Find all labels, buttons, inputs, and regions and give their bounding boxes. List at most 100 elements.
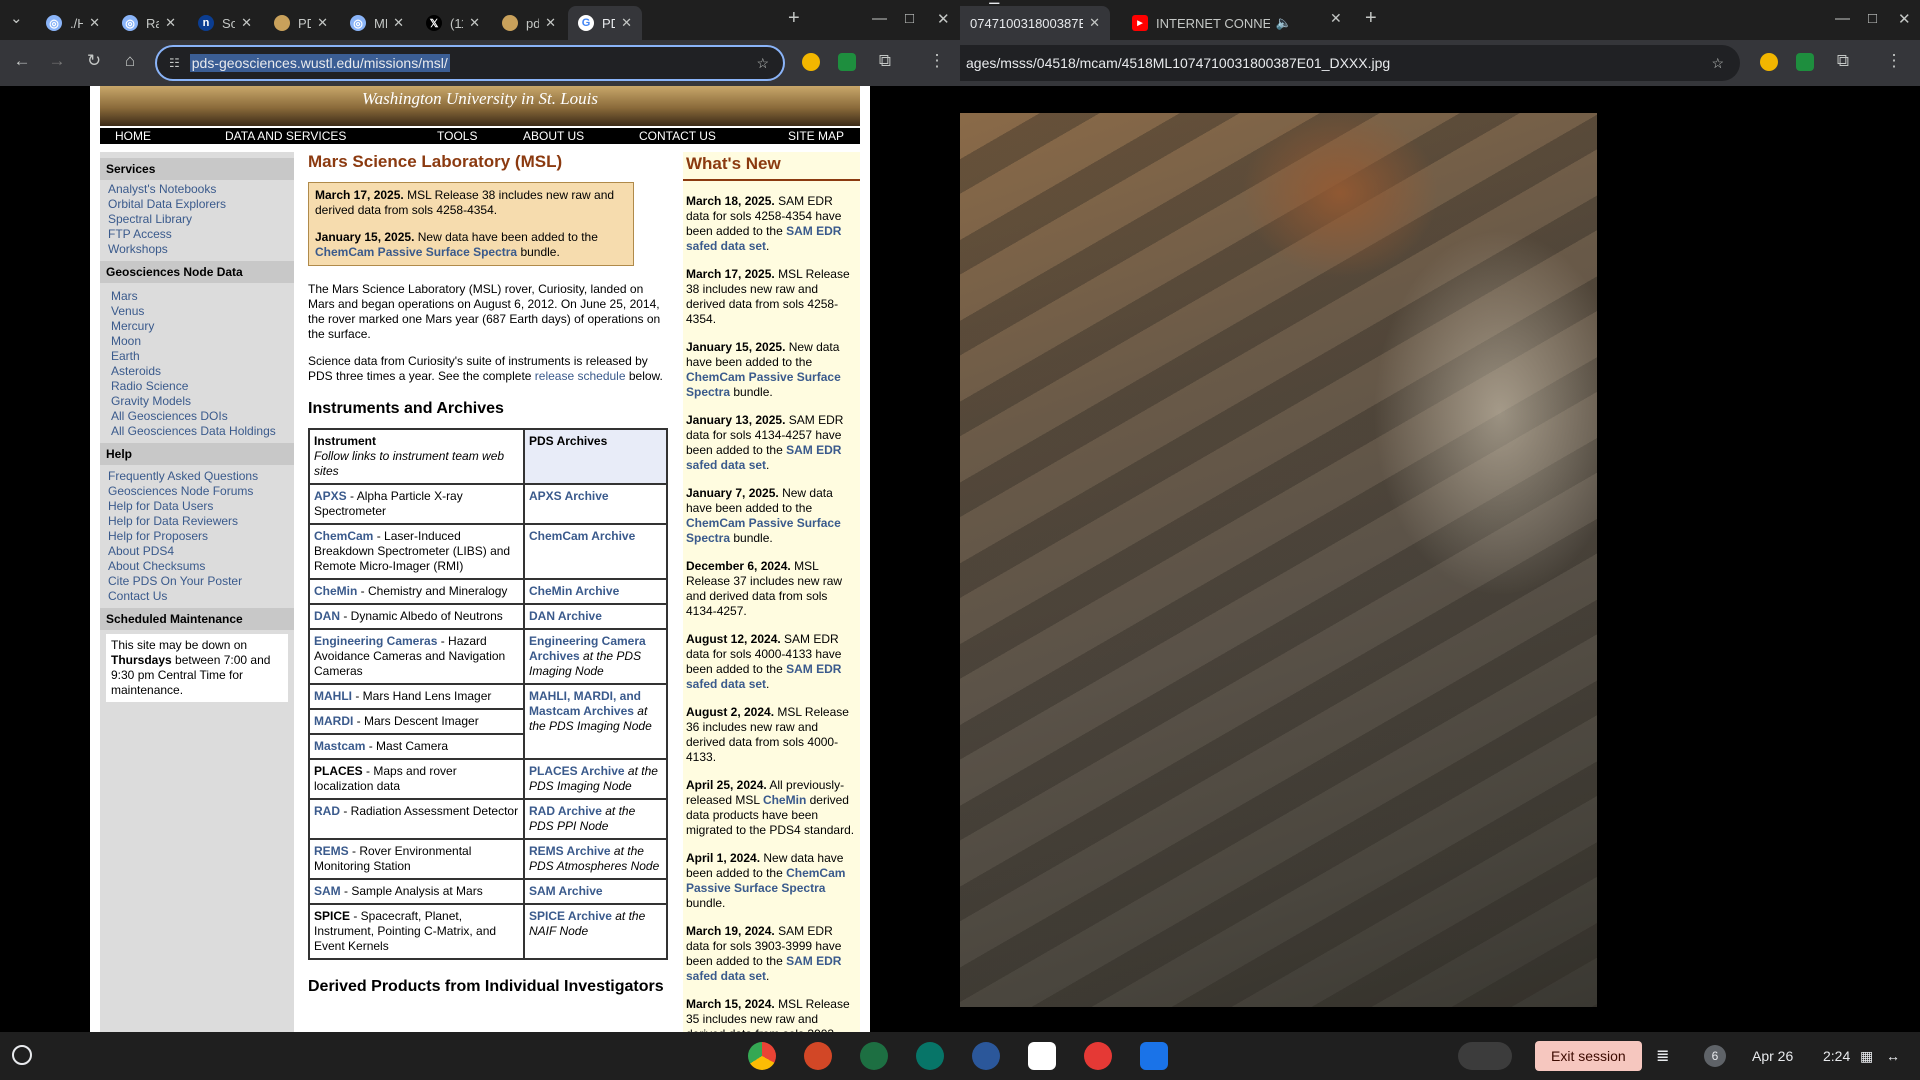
sidebar-item-help-8[interactable]: Contact Us <box>100 589 294 604</box>
ime-icon[interactable]: ▦ <box>1860 1042 1873 1070</box>
maximize-icon[interactable]: □ <box>905 10 914 27</box>
sidebar-item-services-0[interactable]: Analyst's Notebooks <box>100 182 294 197</box>
archive-link[interactable]: ChemCam Archive <box>529 529 635 543</box>
nav-contact[interactable]: CONTACT US <box>639 129 716 143</box>
new-tab-button[interactable]: + <box>1365 7 1377 30</box>
instrument-link[interactable]: ChemCam <box>314 529 373 543</box>
archive-link[interactable]: APXS Archive <box>529 489 609 503</box>
sidebar-item-help-6[interactable]: About Checksums <box>100 559 294 574</box>
tab-search-icon[interactable]: ⌄ <box>10 9 23 27</box>
archive-link[interactable]: REMS Archive <box>529 844 611 858</box>
sidebar-item-help-4[interactable]: Help for Proposers <box>100 529 294 544</box>
archive-link[interactable]: RAD Archive <box>529 804 602 818</box>
chrome-icon[interactable] <box>748 1042 776 1070</box>
minimize-icon[interactable]: — <box>872 10 887 27</box>
sidebar-item-help-5[interactable]: About PDS4 <box>100 544 294 559</box>
extension-icon[interactable] <box>1796 53 1814 71</box>
close-tab-icon[interactable]: ✕ <box>165 15 176 31</box>
instrument-link[interactable]: RAD <box>314 804 340 818</box>
close-tab-icon[interactable]: ✕ <box>89 15 100 31</box>
whats-new-link[interactable]: CheMin <box>763 793 806 807</box>
tab-3[interactable]: PDS ✕ <box>264 6 338 40</box>
close-tab-icon[interactable]: ✕ <box>317 15 328 31</box>
audio-icon[interactable]: 🔈 <box>1276 15 1292 31</box>
close-tab-icon[interactable]: ✕ <box>1089 15 1100 31</box>
archive-link[interactable]: CheMin Archive <box>529 584 619 598</box>
new-tab-button[interactable]: + <box>788 7 800 30</box>
sidebar-item-help-1[interactable]: Geosciences Node Forums <box>100 484 294 499</box>
instrument-link[interactable]: SAM <box>314 884 341 898</box>
close-tab-icon[interactable]: ✕ <box>469 15 480 31</box>
sidebar-item-node-1[interactable]: Venus <box>100 304 294 319</box>
files-icon[interactable] <box>1140 1042 1168 1070</box>
forward-icon[interactable]: → <box>45 51 69 71</box>
maximize-icon[interactable]: □ <box>1868 10 1877 27</box>
nav-home[interactable]: HOME <box>115 129 151 143</box>
close-tab-icon[interactable]: ✕ <box>393 15 404 31</box>
sidebar-item-node-2[interactable]: Mercury <box>100 319 294 334</box>
archive-link[interactable]: SAM Archive <box>529 884 603 898</box>
sidebar-item-node-0[interactable]: Mars <box>100 289 294 304</box>
archive-link[interactable]: PLACES Archive <box>529 764 625 778</box>
sidebar-item-node-7[interactable]: Gravity Models <box>100 394 294 409</box>
clock-time[interactable]: 2:24 <box>1823 1042 1850 1070</box>
sidebar-item-node-3[interactable]: Moon <box>100 334 294 349</box>
tab-5[interactable]: 𝕏 (11) ✕ <box>416 6 490 40</box>
tab-2[interactable]: n Sol ✕ <box>188 6 262 40</box>
extension-icon[interactable] <box>802 53 820 71</box>
launcher-icon[interactable] <box>12 1045 32 1065</box>
extensions-puzzle-icon[interactable]: ⧉ <box>1831 51 1855 71</box>
instrument-link[interactable]: APXS <box>314 489 347 503</box>
chemcam-passive-link[interactable]: ChemCam Passive Surface Spectra <box>315 245 517 259</box>
archive-link[interactable]: SPICE Archive <box>529 909 612 923</box>
tab-0[interactable]: ◎ ./Ho ✕ <box>36 6 110 40</box>
sidebar-item-help-7[interactable]: Cite PDS On Your Poster <box>100 574 294 589</box>
address-bar-right[interactable]: ages/msss/04518/mcam/4518ML1074710031800… <box>960 45 1740 81</box>
menu-dots-icon[interactable]: ⋮ <box>1882 51 1906 71</box>
sidebar-item-services-2[interactable]: Spectral Library <box>100 212 294 227</box>
nav-sitemap[interactable]: SITE MAP <box>788 129 844 143</box>
holding-space-icon[interactable] <box>1458 1042 1512 1070</box>
powerpoint-icon[interactable] <box>804 1042 832 1070</box>
publisher-icon[interactable] <box>916 1042 944 1070</box>
tab-1[interactable]: ◎ Ras ✕ <box>112 6 186 40</box>
bookmark-star-icon[interactable]: ☆ <box>756 55 769 72</box>
timer-icon[interactable] <box>1084 1042 1112 1070</box>
sidebar-item-services-1[interactable]: Orbital Data Explorers <box>100 197 294 212</box>
sidebar-item-services-3[interactable]: FTP Access <box>100 227 294 242</box>
close-window-icon[interactable]: ✕ <box>1898 10 1911 28</box>
tab-internet-connection[interactable]: ▶ INTERNET CONNECTION -🔈 <box>1122 6 1302 40</box>
sidebar-item-node-5[interactable]: Asteroids <box>100 364 294 379</box>
back-icon[interactable]: ← <box>10 51 34 71</box>
sidebar-item-node-9[interactable]: All Geosciences Data Holdings <box>100 424 294 439</box>
sidebar-item-node-6[interactable]: Radio Science <box>100 379 294 394</box>
tab-6[interactable]: pds ✕ <box>492 6 566 40</box>
bookmark-star-icon[interactable]: ☆ <box>1711 55 1724 72</box>
instrument-link[interactable]: MAHLI <box>314 689 352 703</box>
exit-session-button[interactable]: Exit session <box>1535 1041 1642 1071</box>
nav-tools[interactable]: TOOLS <box>437 129 477 143</box>
nav-about[interactable]: ABOUT US <box>523 129 584 143</box>
nav-data-services[interactable]: DATA AND SERVICES <box>225 129 346 143</box>
instrument-link[interactable]: REMS <box>314 844 349 858</box>
extension-icon[interactable] <box>838 53 856 71</box>
sidebar-item-node-8[interactable]: All Geosciences DOIs <box>100 409 294 424</box>
sidebar-item-services-4[interactable]: Workshops <box>100 242 294 257</box>
docs-icon[interactable] <box>1028 1042 1056 1070</box>
close-window-icon[interactable]: ✕ <box>937 10 950 28</box>
tab-4[interactable]: ◎ ML0 ✕ <box>340 6 414 40</box>
sidebar-item-help-3[interactable]: Help for Data Reviewers <box>100 514 294 529</box>
instrument-link[interactable]: Engineering Cameras <box>314 634 437 648</box>
address-bar[interactable]: ☷ pds-geosciences.wustl.edu/missions/msl… <box>155 45 785 81</box>
close-tab-icon[interactable]: ✕ <box>1330 10 1342 27</box>
tab-7[interactable]: G PDS ✕ <box>568 6 642 40</box>
notes-icon[interactable]: ≣ <box>1656 1042 1669 1070</box>
sidebar-item-help-0[interactable]: Frequently Asked Questions <box>100 469 294 484</box>
instrument-link[interactable]: DAN <box>314 609 340 623</box>
site-info-icon[interactable]: ☷ <box>169 56 180 70</box>
word-icon[interactable] <box>972 1042 1000 1070</box>
date-label[interactable]: Apr 26 <box>1752 1042 1793 1070</box>
instrument-link[interactable]: Mastcam <box>314 739 365 753</box>
sidebar-item-help-2[interactable]: Help for Data Users <box>100 499 294 514</box>
close-tab-icon[interactable]: ✕ <box>241 15 252 31</box>
